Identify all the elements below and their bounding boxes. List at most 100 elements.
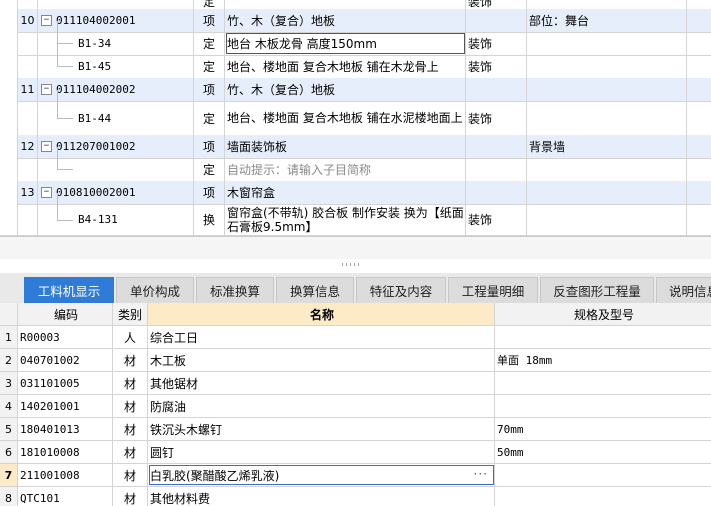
table-row[interactable]: 10 − 011104002001 项 竹、木（复合）地板 部位：舞台 (0, 9, 711, 33)
bill-items-grid: 定 装饰 10 − 011104002001 项 竹、木（复合）地板 部位：舞台… (0, 0, 711, 236)
tree-line (57, 169, 73, 170)
tree-line (57, 118, 73, 119)
collapse-icon[interactable]: − (41, 187, 52, 198)
row-name[interactable]: 防腐油 (148, 395, 495, 417)
row-spec[interactable] (495, 326, 711, 348)
row-name[interactable]: 墙面装饰板 (225, 135, 466, 158)
row-spec[interactable] (495, 464, 711, 486)
collapse-icon[interactable]: − (41, 15, 52, 26)
row-name[interactable]: 地台、楼地面 复合木地板 铺在水泥楼地面上 (225, 101, 466, 135)
collapse-icon[interactable]: − (41, 141, 52, 152)
ellipsis-icon[interactable]: ··· (474, 467, 488, 481)
tree-line (57, 43, 58, 66)
table-row[interactable]: B4-131 换 窗帘盒(不带轨) 胶合板 制作安装 换为【纸面石膏板9.5mm… (0, 204, 711, 236)
row-code: 011207001002 (56, 140, 136, 153)
row-index: 12 (18, 135, 38, 158)
table-row[interactable]: 6 181010008 材 圆钉 50mm (0, 441, 711, 464)
header-spec[interactable]: 规格及型号 (495, 303, 711, 325)
row-type: 项 (194, 181, 225, 204)
row-type: 定 (194, 101, 225, 135)
row-spec[interactable] (495, 395, 711, 417)
row-name[interactable]: 铁沉头木螺钉 (148, 418, 495, 440)
row-major: 装饰 (466, 204, 527, 235)
collapse-icon[interactable]: − (41, 84, 52, 95)
row-name[interactable]: 其他锯材 (148, 372, 495, 394)
row-index: 5 (0, 418, 18, 440)
row-index: 8 (0, 487, 18, 506)
row-name[interactable]: 其他材料费 (148, 487, 495, 506)
table-row[interactable]: B1-34 定 地台 木板龙骨 高度150mm 装饰 (0, 32, 711, 56)
tab-quantity-detail[interactable]: 工程量明细 (448, 277, 538, 303)
tab-description[interactable]: 说明信息 (656, 277, 711, 303)
detail-tabs: 工料机显示 单价构成 标准换算 换算信息 特征及内容 工程量明细 反查图形工程量… (0, 273, 711, 305)
tree-line (57, 90, 58, 118)
row-name[interactable]: 地台 木板龙骨 高度150mm (225, 32, 466, 55)
panel-splitter[interactable] (0, 236, 711, 259)
row-code: QTC101 (18, 487, 113, 506)
table-row[interactable]: 13 − 010810002001 项 木窗帘盒 (0, 181, 711, 205)
table-row[interactable]: B1-44 定 地台、楼地面 复合木地板 铺在水泥楼地面上 装饰 (0, 101, 711, 136)
row-code: 031101005 (18, 372, 113, 394)
row-name[interactable]: 木工板 (148, 349, 495, 371)
row-spec[interactable]: 70mm (495, 418, 711, 440)
row-index: 13 (18, 181, 38, 204)
tab-unit-price[interactable]: 单价构成 (116, 277, 194, 303)
table-row[interactable]: 5 180401013 材 铁沉头木螺钉 70mm (0, 418, 711, 441)
row-name[interactable]: 木窗帘盒 (225, 181, 466, 204)
tab-std-conversion[interactable]: 标准换算 (196, 277, 274, 303)
row-name[interactable]: 竹、木（复合）地板 (225, 9, 466, 32)
row-part: 背景墙 (527, 135, 687, 158)
row-name[interactable]: 竹、木（复合）地板 (225, 78, 466, 101)
table-row-selected[interactable]: 7 211001008 材 白乳胶(聚醋酸乙烯乳液) ··· (0, 464, 711, 487)
row-major: 装饰 (466, 55, 527, 78)
tab-features[interactable]: 特征及内容 (356, 277, 446, 303)
row-major: 装饰 (466, 32, 527, 55)
row-type: 材 (113, 349, 148, 371)
row-major: 装饰 (466, 101, 527, 135)
tree-line (57, 193, 58, 220)
row-name[interactable]: 综合工日 (148, 326, 495, 348)
row-index: 2 (0, 349, 18, 371)
table-row[interactable]: 2 040701002 材 木工板 单面 18mm (0, 349, 711, 372)
row-name[interactable]: 窗帘盒(不带轨) 胶合板 制作安装 换为【纸面石膏板9.5mm】 (225, 204, 466, 235)
row-code: 180401013 (18, 418, 113, 440)
row-code: R00003 (18, 326, 113, 348)
row-type: 项 (194, 9, 225, 32)
row-spec[interactable] (495, 487, 711, 506)
row-type: 人 (113, 326, 148, 348)
table-row[interactable]: 定 自动提示：请输入子目简称 (0, 158, 711, 182)
tab-resources[interactable]: 工料机显示 (24, 277, 114, 303)
row-name[interactable]: 圆钉 (148, 441, 495, 463)
table-row[interactable]: 12 − 011207001002 项 墙面装饰板 背景墙 (0, 135, 711, 159)
tab-conversion-info[interactable]: 换算信息 (276, 277, 354, 303)
table-row[interactable]: 3 031101005 材 其他锯材 (0, 372, 711, 395)
row-code: 011104002001 (56, 14, 136, 27)
table-row[interactable]: B1-45 定 地台、楼地面 复合木地板 铺在木龙骨上 装饰 (0, 55, 711, 79)
tree-line (57, 147, 58, 169)
name-hint[interactable]: 自动提示：请输入子目简称 (225, 158, 466, 181)
name-edit-cell[interactable]: 白乳胶(聚醋酸乙烯乳液) ··· (148, 464, 495, 486)
table-row[interactable]: 1 R00003 人 综合工日 (0, 326, 711, 349)
row-spec[interactable] (495, 372, 711, 394)
row-spec[interactable]: 50mm (495, 441, 711, 463)
table-row[interactable]: 11 − 011104002002 项 竹、木（复合）地板 (0, 78, 711, 102)
row-type: 定 (194, 32, 225, 55)
row-type: 材 (113, 418, 148, 440)
row-code: 010810002001 (56, 186, 136, 199)
row-index: 3 (0, 372, 18, 394)
tab-reverse-lookup[interactable]: 反查图形工程量 (540, 277, 654, 303)
table-row[interactable]: 4 140201001 材 防腐油 (0, 395, 711, 418)
row-type: 定 (194, 55, 225, 78)
row-code: 181010008 (18, 441, 113, 463)
row-index: 11 (18, 78, 38, 101)
table-row[interactable]: 8 QTC101 材 其他材料费 (0, 487, 711, 506)
row-spec[interactable]: 单面 18mm (495, 349, 711, 371)
row-type: 材 (113, 372, 148, 394)
row-type: 材 (113, 487, 148, 506)
row-type: 材 (113, 395, 148, 417)
row-name[interactable]: 地台、楼地面 复合木地板 铺在木龙骨上 (225, 55, 466, 78)
header-name[interactable]: 名称 (148, 303, 495, 325)
header-type[interactable]: 类别 (113, 303, 148, 325)
row-code: 011104002002 (56, 83, 136, 96)
header-code[interactable]: 编码 (18, 303, 113, 325)
